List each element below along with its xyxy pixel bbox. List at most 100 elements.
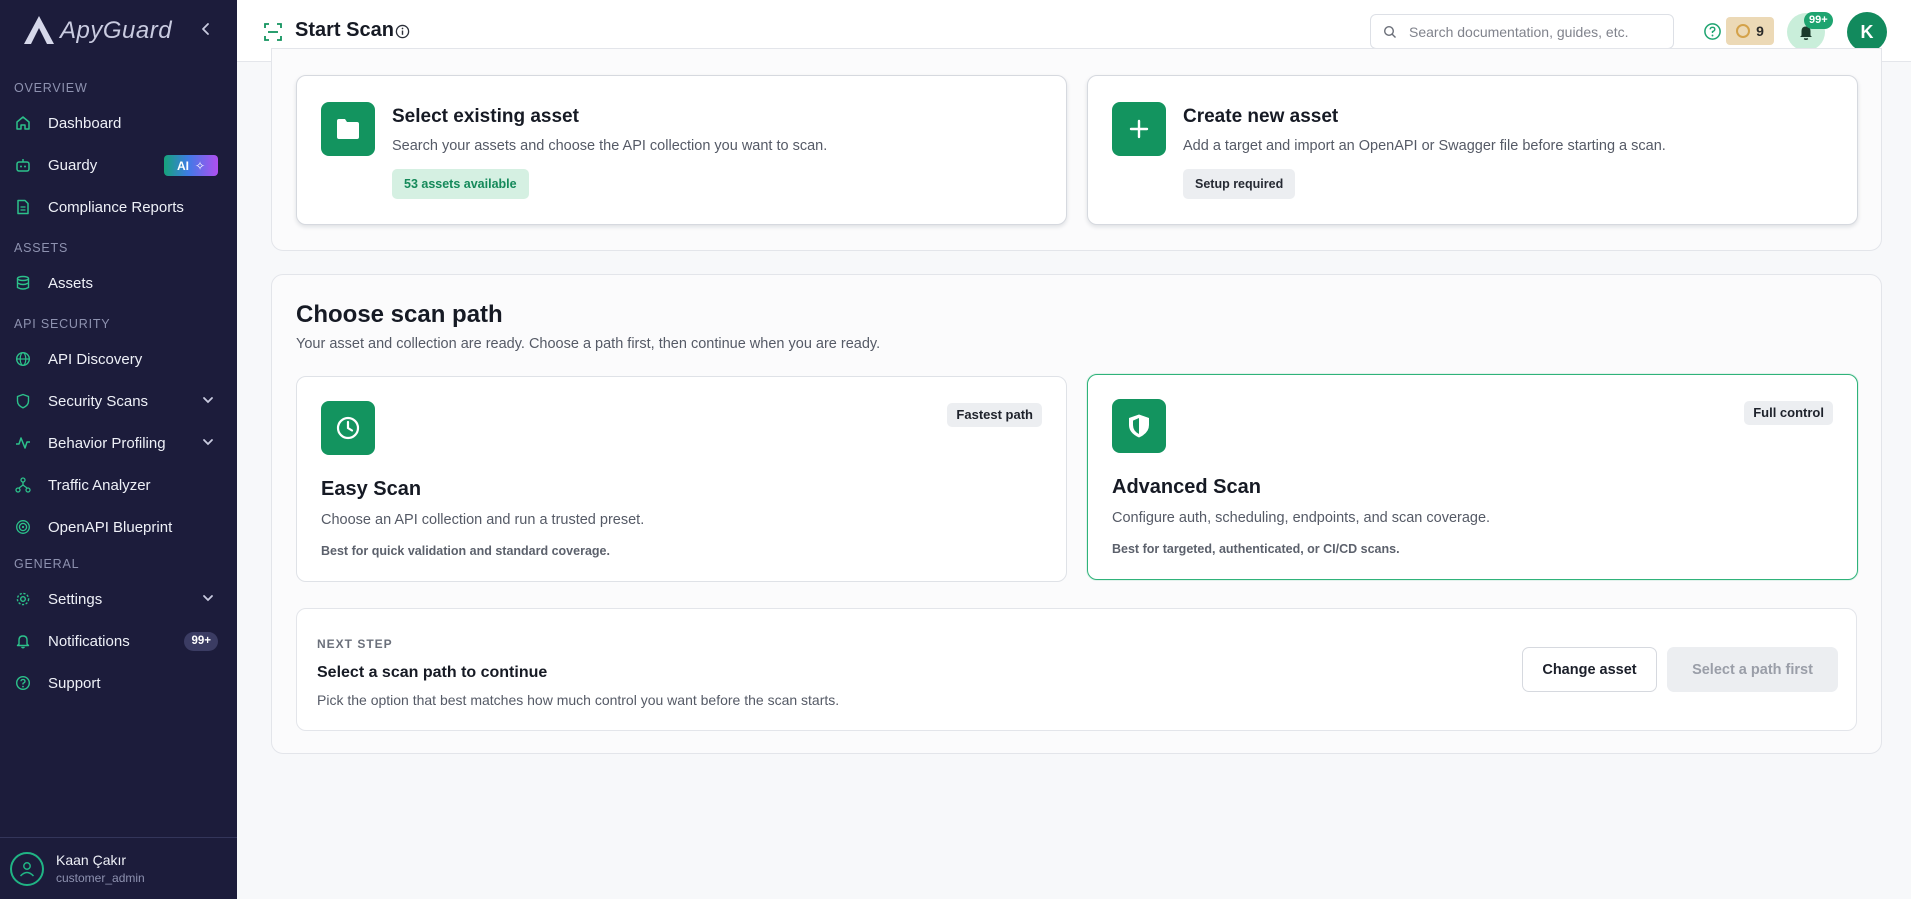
- notifications-count: 99+: [1804, 12, 1833, 29]
- collapse-sidebar-button[interactable]: [197, 22, 215, 40]
- coin-icon: [1736, 24, 1751, 38]
- sidebar-item-label: Support: [48, 674, 101, 692]
- next-step-box: NEXT STEP Select a scan path to continue…: [296, 608, 1857, 731]
- path-description: Choose an API collection and run a trust…: [321, 512, 645, 528]
- home-icon: [14, 114, 32, 132]
- sidebar-item-openapi-blueprint[interactable]: OpenAPI Blueprint: [0, 506, 237, 548]
- info-icon[interactable]: [395, 24, 410, 39]
- search-box[interactable]: [1370, 14, 1674, 49]
- sidebar-item-compliance-reports[interactable]: Compliance Reports: [0, 186, 237, 228]
- change-asset-button[interactable]: Change asset: [1522, 647, 1657, 692]
- sidebar-item-label: API Discovery: [48, 350, 143, 368]
- section-title: Choose scan path: [296, 301, 503, 328]
- sidebar-item-label: Traffic Analyzer: [48, 476, 151, 494]
- full-control-tag: Full control: [1744, 401, 1833, 425]
- user-avatar: [10, 851, 44, 886]
- chevron-left-icon: [202, 23, 209, 35]
- card-title: Select existing asset: [392, 106, 579, 127]
- search-input[interactable]: [1409, 15, 1667, 48]
- section-general: GENERAL: [14, 557, 80, 571]
- path-note: Best for quick validation and standard c…: [321, 544, 610, 558]
- section-assets: ASSETS: [14, 241, 69, 255]
- globe-icon: [14, 350, 32, 368]
- database-icon: [14, 274, 32, 292]
- sidebar-item-support[interactable]: Support: [0, 662, 237, 704]
- bell-icon: [14, 632, 32, 650]
- activity-icon: [14, 434, 32, 452]
- sparkle-icon: ✧: [194, 158, 206, 173]
- chevron-down-icon: [203, 439, 213, 446]
- next-step-description: Pick the option that best matches how mu…: [317, 692, 840, 708]
- section-overview: OVERVIEW: [14, 81, 88, 95]
- sidebar-item-security-scans[interactable]: Security Scans: [0, 380, 237, 422]
- sidebar-item-assets[interactable]: Assets: [0, 262, 237, 304]
- shield-icon: [14, 392, 32, 410]
- sidebar-item-dashboard[interactable]: Dashboard: [0, 102, 237, 144]
- logo[interactable]: ApyGuard: [0, 0, 237, 62]
- sidebar-item-guardy[interactable]: Guardy AI ✧: [0, 144, 237, 186]
- profile-avatar[interactable]: K: [1847, 12, 1887, 52]
- clock-icon: [321, 401, 375, 455]
- user-role: customer_admin: [56, 871, 145, 885]
- search-icon: [1383, 25, 1396, 38]
- fastest-path-tag: Fastest path: [947, 403, 1042, 427]
- path-description: Configure auth, scheduling, endpoints, a…: [1112, 510, 1491, 526]
- sidebar-item-api-discovery[interactable]: API Discovery: [0, 338, 237, 380]
- user-name: Kaan Çakır: [56, 852, 127, 868]
- next-step-eyebrow: NEXT STEP: [317, 637, 393, 651]
- sidebar-item-settings[interactable]: Settings: [0, 578, 237, 620]
- sidebar-item-label: Dashboard: [48, 114, 122, 132]
- path-title: Advanced Scan: [1112, 476, 1261, 498]
- sidebar-item-label: Security Scans: [48, 392, 149, 410]
- credits-count: 9: [1756, 23, 1764, 39]
- document-icon: [14, 198, 32, 216]
- continue-button[interactable]: Select a path first: [1667, 647, 1838, 692]
- path-note: Best for targeted, authenticated, or CI/…: [1112, 542, 1400, 556]
- credits-chip[interactable]: 9: [1726, 17, 1774, 45]
- network-icon: [14, 476, 32, 494]
- user-icon: [19, 861, 35, 877]
- notifications-count-badge: 99+: [184, 632, 218, 651]
- easy-scan-card[interactable]: Fastest path Easy Scan Choose an API col…: [296, 376, 1067, 582]
- next-step-title: Select a scan path to continue: [317, 664, 548, 681]
- sidebar-item-label: Notifications: [48, 632, 130, 650]
- ai-badge: AI ✧: [164, 155, 218, 176]
- user-profile[interactable]: Kaan Çakır customer_admin: [0, 837, 237, 899]
- page-title: Start Scan: [295, 19, 394, 41]
- create-new-asset-card[interactable]: Create new asset Add a target and import…: [1087, 75, 1858, 225]
- card-description: Search your assets and choose the API co…: [392, 138, 828, 154]
- fingerprint-icon: [14, 518, 32, 536]
- help-icon[interactable]: [1703, 22, 1722, 41]
- sidebar-item-label: Behavior Profiling: [48, 434, 166, 452]
- sidebar-item-label: Compliance Reports: [48, 198, 184, 216]
- sidebar-item-label: Guardy: [48, 156, 98, 174]
- asset-selection-panel: Select existing asset Search your assets…: [271, 48, 1882, 251]
- sidebar-item-notifications[interactable]: Notifications 99+: [0, 620, 237, 662]
- sidebar-item-label: Settings: [48, 590, 103, 608]
- select-existing-asset-card[interactable]: Select existing asset Search your assets…: [296, 75, 1067, 225]
- help-icon: [14, 674, 32, 692]
- chevron-down-icon: [203, 595, 213, 602]
- folder-icon: [321, 102, 375, 156]
- advanced-scan-card[interactable]: Full control Advanced Scan Configure aut…: [1087, 374, 1858, 580]
- apyguard-logo-icon: [20, 13, 58, 49]
- bot-icon: [14, 156, 32, 174]
- sidebar: ApyGuard OVERVIEW Dashboard Guardy AI ✧ C…: [0, 0, 237, 899]
- chevron-down-icon: [203, 397, 213, 404]
- shield-icon: [1112, 399, 1166, 453]
- scan-path-panel: Choose scan path Your asset and collecti…: [271, 274, 1882, 754]
- assets-available-badge: 53 assets available: [392, 169, 529, 199]
- section-subtitle: Your asset and collection are ready. Cho…: [296, 336, 881, 352]
- ai-badge-label: AI: [176, 158, 189, 173]
- scan-icon: [264, 23, 282, 41]
- card-title: Create new asset: [1183, 106, 1339, 127]
- setup-required-badge: Setup required: [1183, 169, 1296, 199]
- plus-icon: [1112, 102, 1166, 156]
- sidebar-item-label: Assets: [48, 274, 94, 292]
- gear-icon: [14, 590, 32, 608]
- path-title: Easy Scan: [321, 478, 422, 500]
- sidebar-item-traffic-analyzer[interactable]: Traffic Analyzer: [0, 464, 237, 506]
- card-description: Add a target and import an OpenAPI or Sw…: [1183, 138, 1666, 154]
- logo-text: ApyGuard: [60, 17, 173, 44]
- sidebar-item-behavior-profiling[interactable]: Behavior Profiling: [0, 422, 237, 464]
